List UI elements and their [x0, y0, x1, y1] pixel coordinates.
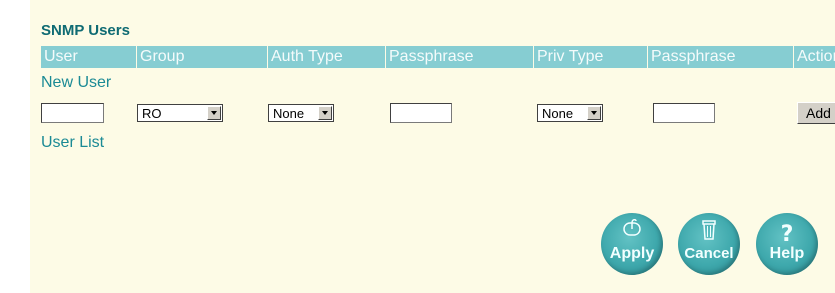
priv-passphrase-input[interactable] [653, 103, 715, 123]
group-select[interactable]: RO [137, 104, 223, 122]
header-separator [136, 46, 137, 68]
new-user-heading: New User [41, 74, 112, 91]
header-separator [793, 46, 794, 68]
auth-type-select[interactable]: None [268, 104, 334, 122]
header-separator [385, 46, 386, 68]
chevron-down-icon[interactable] [318, 106, 332, 120]
auth-type-select-value: None [273, 106, 305, 121]
svg-text:?: ? [781, 222, 794, 243]
header-separator [533, 46, 534, 68]
column-header-action: Action [797, 48, 835, 65]
cancel-button-label: Cancel [684, 245, 734, 262]
header-separator [267, 46, 268, 68]
apply-button[interactable]: Apply [601, 213, 663, 275]
user-list-heading: User List [41, 134, 105, 151]
help-button-label: Help [769, 245, 805, 262]
apply-button-label: Apply [609, 245, 655, 262]
column-header-auth-type: Auth Type [271, 48, 343, 65]
auth-passphrase-input[interactable] [390, 103, 452, 123]
group-select-value: RO [142, 106, 162, 121]
help-button[interactable]: ? Help [756, 213, 818, 275]
priv-type-select[interactable]: None [537, 104, 603, 122]
chevron-down-icon[interactable] [207, 106, 221, 120]
column-header-group: Group [140, 48, 185, 65]
page-title: SNMP Users [41, 22, 130, 39]
header-separator [647, 46, 648, 68]
column-header-priv-passphrase: Passphrase [651, 48, 736, 65]
column-header-priv-type: Priv Type [537, 48, 604, 65]
cancel-button[interactable]: Cancel [678, 213, 740, 275]
user-name-input[interactable] [41, 103, 104, 123]
question-icon: ? [781, 222, 794, 243]
column-header-auth-passphrase: Passphrase [389, 48, 474, 65]
chevron-down-icon[interactable] [587, 106, 601, 120]
mouse-icon [623, 219, 641, 236]
column-header-user: User [44, 48, 78, 65]
add-user-button[interactable]: Add [797, 102, 835, 124]
priv-type-select-value: None [542, 106, 574, 121]
trash-icon [702, 220, 716, 240]
